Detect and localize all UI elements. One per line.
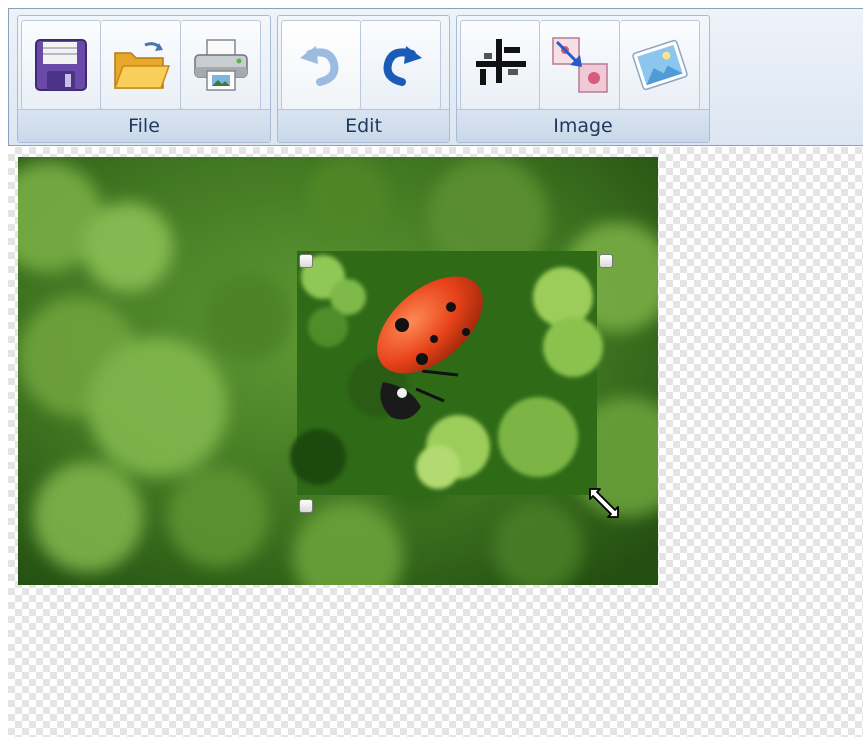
canvas-area[interactable]	[8, 147, 863, 737]
image-group-label: Image	[457, 109, 709, 142]
file-group: File	[17, 15, 271, 143]
inset-photo	[290, 251, 603, 495]
undo-button[interactable]	[281, 20, 361, 110]
redo-arrow-icon	[383, 46, 422, 86]
save-disk-icon	[35, 39, 87, 91]
crop-icon	[476, 39, 526, 85]
insert-picture-icon	[631, 39, 688, 91]
save-button[interactable]	[21, 20, 101, 110]
insert-picture-button[interactable]	[620, 20, 700, 110]
image-group: Image	[456, 15, 710, 143]
background-photo	[18, 157, 658, 585]
open-button[interactable]	[101, 20, 181, 110]
open-folder-icon	[113, 42, 170, 89]
resize-image-button[interactable]	[540, 20, 620, 110]
edit-group: Edit	[277, 15, 450, 143]
undo-arrow-icon	[300, 46, 339, 86]
printer-icon	[193, 39, 248, 91]
ribbon-toolbar: File Edit Image	[8, 8, 863, 146]
resize-image-icon	[551, 37, 608, 93]
edit-group-label: Edit	[278, 109, 449, 142]
redo-button[interactable]	[361, 20, 441, 110]
crop-button[interactable]	[460, 20, 540, 110]
resize-cursor-icon	[589, 488, 619, 518]
file-group-label: File	[18, 109, 270, 142]
handle-top-right[interactable]	[599, 254, 613, 268]
handle-bottom-left[interactable]	[299, 499, 313, 513]
print-button[interactable]	[181, 20, 261, 110]
handle-top-left[interactable]	[299, 254, 313, 268]
